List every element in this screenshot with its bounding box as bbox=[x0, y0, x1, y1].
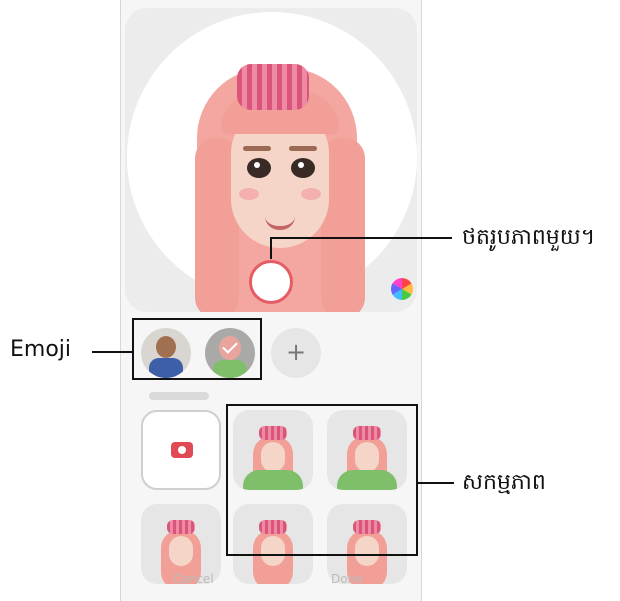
camera-preview bbox=[125, 8, 417, 312]
callout-actions-label: សកម្មភាព bbox=[462, 470, 546, 495]
avatar-brow-right bbox=[289, 146, 317, 151]
callout-emoji-frame bbox=[132, 318, 262, 380]
avatar-eye-right bbox=[291, 158, 315, 178]
callout-line-emoji bbox=[92, 351, 132, 353]
callout-emoji-label: Emoji bbox=[10, 337, 72, 362]
avatar-cheek-left bbox=[239, 188, 259, 200]
callout-capture-label: ថតរូបភាពមួយ។ bbox=[462, 225, 596, 250]
shutter-button[interactable] bbox=[249, 260, 293, 304]
callout-line-capture-h bbox=[270, 237, 452, 239]
done-button[interactable]: Done bbox=[331, 572, 363, 586]
section-label-placeholder bbox=[149, 392, 209, 400]
cancel-button[interactable]: Cancel bbox=[173, 572, 214, 586]
bottom-bar: Cancel Done bbox=[121, 556, 421, 601]
callout-actions-frame bbox=[226, 404, 418, 556]
avatar-eye-left bbox=[247, 158, 271, 178]
avatar-brow-left bbox=[243, 146, 271, 151]
avatar-cheek-right bbox=[301, 188, 321, 200]
camera-tile[interactable] bbox=[141, 410, 221, 490]
avatar-hair-roller bbox=[237, 64, 309, 110]
color-palette-icon[interactable] bbox=[391, 278, 413, 300]
callout-line-actions bbox=[418, 482, 454, 484]
camera-icon bbox=[171, 442, 193, 458]
add-emoji-button[interactable]: + bbox=[271, 328, 321, 378]
callout-line-capture bbox=[270, 237, 272, 259]
sticker-roller bbox=[167, 520, 195, 534]
plus-icon: + bbox=[285, 338, 307, 366]
